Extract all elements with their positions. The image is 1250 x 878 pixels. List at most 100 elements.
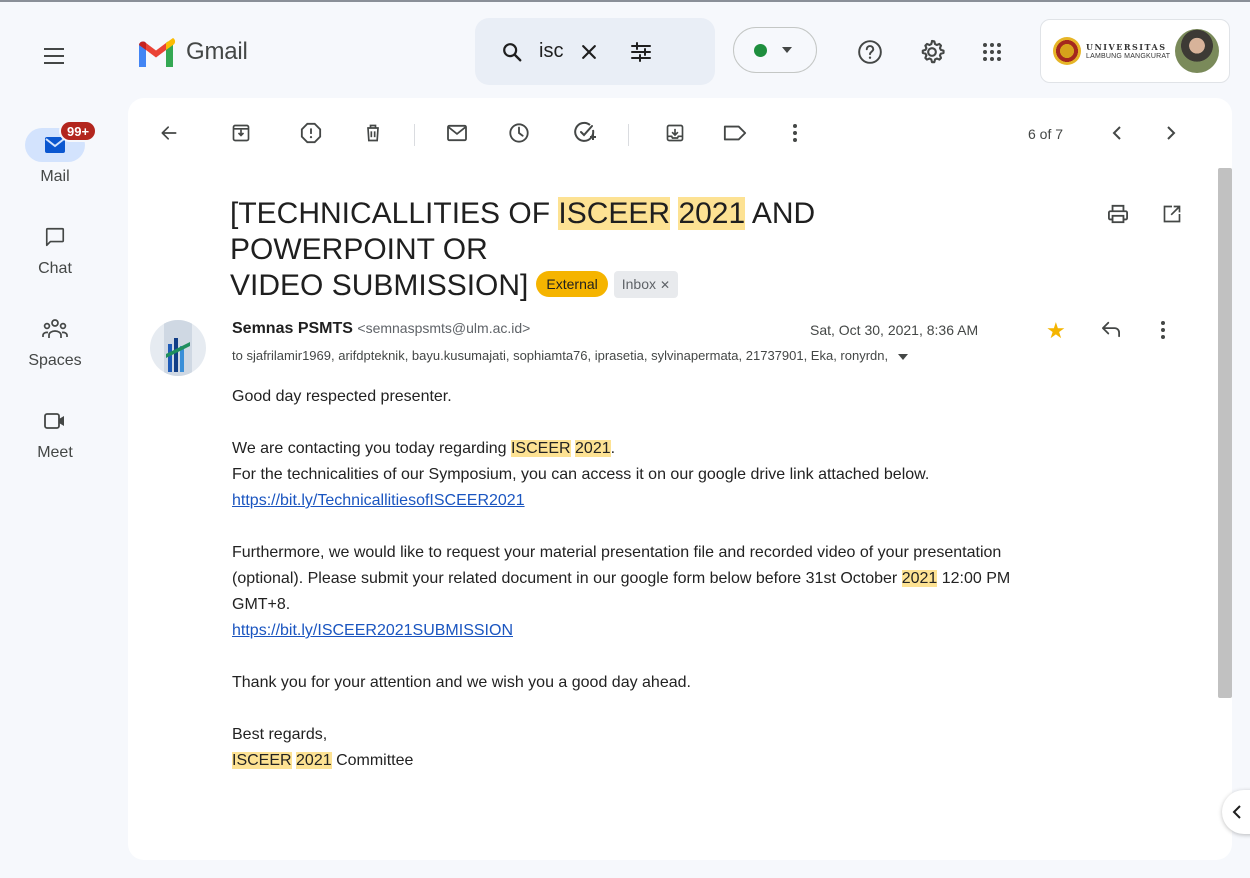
rail-label-mail: Mail	[40, 168, 70, 185]
apps-grid-icon[interactable]	[974, 34, 1010, 70]
rail-item-mail[interactable]: 99+ Mail	[0, 120, 110, 186]
window-top-border	[0, 0, 1250, 2]
avatar[interactable]	[1175, 29, 1219, 73]
body-paragraph: GMT+8.	[232, 596, 291, 613]
inbox-label: Inbox ✕	[613, 270, 679, 298]
text-highlight: 2021	[296, 752, 332, 769]
clock-icon[interactable]	[506, 120, 532, 146]
text-highlight: ISCEER	[510, 440, 571, 457]
gmail-logo[interactable]: Gmail	[136, 34, 248, 70]
external-label: External	[536, 271, 608, 298]
university-name-line1: UNIVERSITAS	[1086, 41, 1167, 52]
more-vert-icon[interactable]	[1160, 320, 1166, 340]
message-view: 6 of 7 [TECHNICALLITIES OF ISCEER 2021 A…	[128, 98, 1232, 860]
rail-label-chat: Chat	[38, 260, 72, 277]
rail-item-spaces[interactable]: Spaces	[0, 312, 110, 370]
email-date: Sat, Oct 30, 2021, 8:36 AM	[810, 322, 979, 338]
reply-icon[interactable]	[1100, 320, 1122, 338]
toolbar-divider	[628, 124, 629, 146]
gear-icon[interactable]	[914, 34, 950, 70]
sender-name: Semnas PSMTS	[232, 320, 353, 337]
menu-icon	[44, 48, 64, 50]
rail-meet-pill	[25, 404, 85, 438]
add-task-icon[interactable]	[572, 120, 598, 146]
chevron-left-icon	[1232, 805, 1241, 819]
subject-text: VIDEO SUBMISSION]	[230, 269, 529, 302]
technicalities-link[interactable]: https://bit.ly/TechnicallitiesofISCEER20…	[232, 492, 525, 509]
search-bar	[475, 18, 715, 85]
status-selector[interactable]	[733, 27, 817, 73]
inbox-label-text: Inbox	[621, 275, 656, 292]
body-greeting: Good day respected presenter.	[232, 388, 452, 405]
search-icon[interactable]	[501, 41, 523, 63]
body-text: .	[610, 440, 616, 457]
close-icon[interactable]	[579, 42, 599, 62]
spaces-icon	[42, 319, 68, 338]
trash-icon[interactable]	[360, 120, 386, 146]
tune-icon[interactable]	[629, 40, 653, 64]
open-in-new-icon[interactable]	[1160, 202, 1184, 226]
scrollbar-thumb[interactable]	[1218, 168, 1232, 698]
help-icon[interactable]	[852, 34, 888, 70]
rail-mail-pill: 99+	[25, 120, 98, 162]
remove-label-icon[interactable]: ✕	[660, 278, 670, 292]
sender: Semnas PSMTS <semnaspsmts@ulm.ac.id>	[232, 320, 530, 338]
menu-icon-bar	[44, 62, 64, 64]
report-icon[interactable]	[298, 120, 324, 146]
chevron-right-icon[interactable]	[1158, 120, 1184, 146]
unread-count-badge: 99+	[59, 120, 98, 142]
gmail-m-icon	[139, 38, 176, 67]
subject-highlight: ISCEER	[558, 197, 671, 230]
body-text: (optional). Please submit your related d…	[232, 570, 902, 587]
caret-down-icon	[897, 353, 908, 360]
toolbar-divider	[414, 124, 415, 146]
university-seal-logo	[1053, 37, 1081, 65]
archive-icon[interactable]	[228, 120, 254, 146]
message-toolbar: 6 of 7	[128, 112, 1232, 156]
rail-label-spaces: Spaces	[28, 352, 82, 369]
sender-avatar[interactable]	[150, 320, 206, 376]
arrow-left-icon[interactable]	[156, 120, 182, 146]
label-icon[interactable]	[722, 120, 748, 146]
text-highlight: 2021	[575, 440, 611, 457]
body-paragraph: We are contacting you today regarding IS…	[232, 436, 1152, 462]
recipients-text: to sjafrilamir1969, arifdpteknik, bayu.k…	[232, 348, 889, 363]
body-text: Committee	[331, 752, 414, 769]
university-name: UNIVERSITAS LAMBUNG MANGKURAT	[1086, 43, 1170, 60]
chevron-left-icon[interactable]	[1104, 120, 1130, 146]
status-dot	[754, 43, 767, 57]
body-paragraph: Furthermore, we would like to request yo…	[232, 544, 1002, 561]
menu-icon-bar	[44, 55, 64, 57]
university-name-line2: LAMBUNG MANGKURAT	[1086, 52, 1171, 60]
body-text: 12:00 PM	[937, 570, 1011, 587]
move-to-icon[interactable]	[662, 120, 688, 146]
body-closing: Best regards,	[232, 726, 328, 743]
mail-icon[interactable]	[444, 120, 470, 146]
pagination-count: 6 of 7	[1028, 126, 1064, 142]
text-highlight: 2021	[901, 570, 938, 587]
rail-spaces-pill	[25, 312, 85, 346]
star-icon[interactable]: ★	[1046, 318, 1066, 344]
submission-link[interactable]: https://bit.ly/ISCEER2021SUBMISSION	[232, 622, 513, 639]
chat-icon	[45, 227, 65, 247]
subject-text: [TECHNICALLITIES OF	[230, 197, 559, 230]
search-input[interactable]	[539, 40, 563, 63]
email-body: Good day respected presenter. We are con…	[232, 384, 1152, 774]
body-signature: ISCEER 2021 Committee	[232, 748, 1152, 774]
recipients-line[interactable]: to sjafrilamir1969, arifdpteknik, bayu.k…	[232, 348, 908, 363]
text-highlight: ISCEER	[232, 752, 292, 769]
main-menu-button[interactable]	[40, 36, 68, 76]
more-vert-icon[interactable]	[782, 120, 808, 146]
body-paragraph: Thank you for your attention and we wish…	[232, 674, 691, 691]
rail-item-meet[interactable]: Meet	[0, 404, 110, 462]
rail-item-chat[interactable]: Chat	[0, 220, 110, 278]
rail-label-meet: Meet	[37, 444, 73, 461]
email-subject: [TECHNICALLITIES OF ISCEER 2021 AND POWE…	[230, 196, 1010, 304]
body-paragraph: (optional). Please submit your related d…	[232, 566, 1152, 592]
sender-logo-icon	[164, 320, 192, 376]
print-icon[interactable]	[1106, 202, 1130, 226]
body-paragraph: For the technicalities of our Symposium,…	[232, 466, 930, 483]
account-switcher[interactable]: UNIVERSITAS LAMBUNG MANGKURAT	[1040, 19, 1230, 83]
video-camera-icon	[44, 413, 64, 429]
body-text: We are contacting you today regarding	[232, 440, 511, 457]
